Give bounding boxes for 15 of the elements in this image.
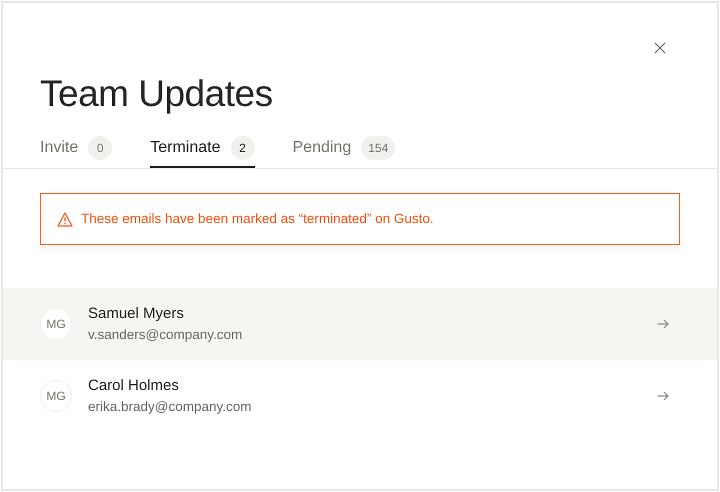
alert-message: These emails have been marked as “terminated” on Gusto. — [81, 210, 434, 228]
person-name: Carol Holmes — [88, 376, 179, 396]
warning-icon — [57, 212, 73, 226]
arrow-right-icon — [657, 391, 669, 401]
avatar: MG — [40, 308, 72, 340]
arrow-right-icon — [657, 319, 669, 329]
avatar: MG — [40, 380, 72, 412]
tab[interactable]: Invite 0 — [40, 136, 112, 168]
person-row[interactable]: MG Samuel Myers v.sanders@company.com — [3, 288, 717, 360]
dialog-title: Team Updates — [40, 72, 273, 116]
tab[interactable]: Terminate 2 — [150, 136, 254, 168]
person-name: Samuel Myers — [88, 304, 184, 324]
person-email: erika.brady@company.com — [88, 398, 252, 416]
tab[interactable]: Pending 154 — [292, 136, 396, 168]
person-email: v.sanders@company.com — [88, 326, 242, 344]
